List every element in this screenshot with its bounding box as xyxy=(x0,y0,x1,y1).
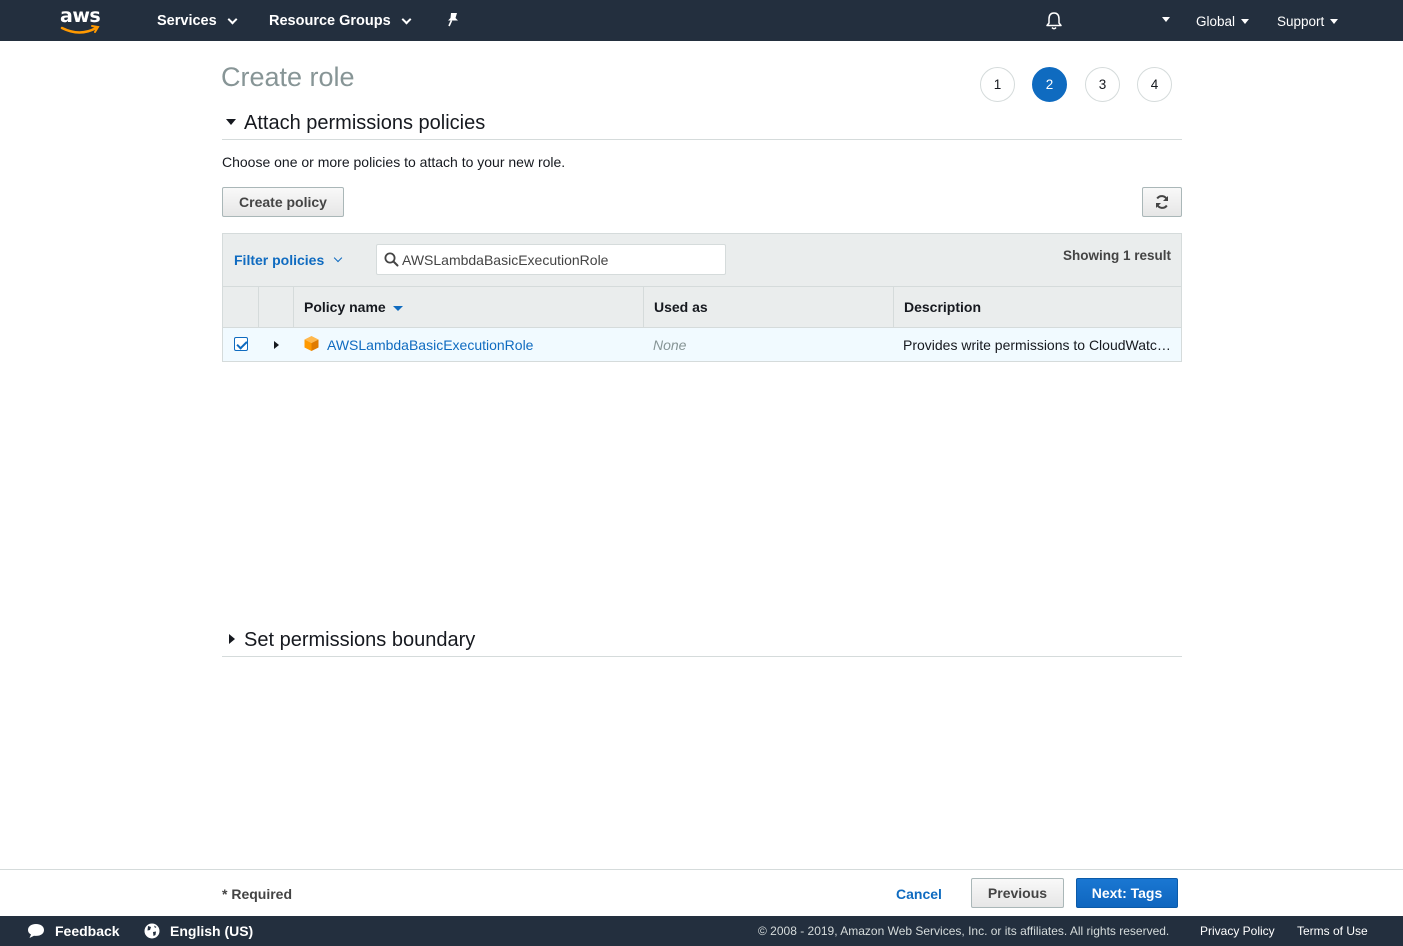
policy-search-box[interactable] xyxy=(376,244,726,275)
caret-down-icon xyxy=(1330,19,1339,24)
refresh-button[interactable] xyxy=(1142,187,1182,217)
step-3[interactable]: 3 xyxy=(1085,67,1120,102)
filter-policies-label: Filter policies xyxy=(234,252,325,268)
account-menu[interactable] xyxy=(1156,17,1170,22)
chevron-down-icon xyxy=(227,14,238,24)
collapse-triangle-icon xyxy=(226,119,236,126)
top-navigation-bar: aws Services Resource Groups Global Supp… xyxy=(0,0,1403,41)
cancel-link[interactable]: Cancel xyxy=(896,886,942,902)
expand-row-triangle-icon[interactable] xyxy=(274,341,279,349)
create-policy-button[interactable]: Create policy xyxy=(222,187,344,217)
copyright-text: © 2008 - 2019, Amazon Web Services, Inc.… xyxy=(758,924,1170,938)
caret-down-icon xyxy=(1241,19,1250,24)
notifications-bell-icon[interactable] xyxy=(1045,11,1063,31)
policy-description: Provides write permissions to CloudWatch… xyxy=(903,337,1173,353)
step-4[interactable]: 4 xyxy=(1137,67,1172,102)
language-selector[interactable]: English (US) xyxy=(144,923,253,939)
policy-name-link[interactable]: AWSLambdaBasicExecutionRole xyxy=(327,337,533,353)
speech-bubble-icon xyxy=(28,924,44,938)
chevron-down-icon xyxy=(334,253,343,263)
policy-name-column-header[interactable]: Policy name xyxy=(293,287,643,327)
policy-table-header: Policy name Used as Description xyxy=(222,286,1182,328)
resource-groups-menu-label: Resource Groups xyxy=(269,13,391,29)
feedback-button[interactable]: Feedback xyxy=(27,923,120,939)
aws-logo[interactable]: aws xyxy=(58,5,104,36)
description-column-header: Description xyxy=(893,287,1181,327)
chevron-down-icon xyxy=(401,14,412,24)
next-tags-button[interactable]: Next: Tags xyxy=(1076,878,1178,908)
feedback-label: Feedback xyxy=(55,923,120,939)
used-as-value: None xyxy=(653,337,687,353)
select-column-header xyxy=(223,287,258,327)
required-note: * Required xyxy=(222,886,293,902)
language-label: English (US) xyxy=(170,923,254,939)
aws-smile-icon xyxy=(60,25,100,34)
support-menu[interactable]: Support xyxy=(1277,14,1339,29)
console-bottom-bar: Feedback English (US) © 2008 - 2019, Ama… xyxy=(0,916,1403,946)
region-menu[interactable]: Global xyxy=(1196,14,1250,29)
globe-icon xyxy=(144,923,160,939)
sort-descending-icon xyxy=(392,305,403,311)
policy-search-input[interactable] xyxy=(402,250,712,270)
result-count: Showing 1 result xyxy=(1062,248,1171,263)
policy-filter-bar: Filter policies Showing 1 result xyxy=(222,233,1182,286)
page-title: Create role xyxy=(221,62,355,92)
policy-name-header-label: Policy name xyxy=(304,299,386,315)
expand-triangle-icon xyxy=(229,634,235,645)
support-menu-label: Support xyxy=(1277,14,1325,29)
expand-column-header xyxy=(258,287,293,327)
resource-groups-menu[interactable]: Resource Groups xyxy=(269,13,412,29)
pin-icon[interactable] xyxy=(446,12,460,28)
permissions-boundary-heading: Set permissions boundary xyxy=(244,629,476,651)
step-2-current[interactable]: 2 xyxy=(1032,67,1067,102)
filter-policies-dropdown[interactable]: Filter policies xyxy=(234,252,343,268)
previous-button[interactable]: Previous xyxy=(971,878,1064,908)
step-1[interactable]: 1 xyxy=(980,67,1015,102)
permissions-boundary-section-header[interactable]: Set permissions boundary xyxy=(222,629,1182,657)
terms-of-use-link[interactable]: Terms of Use xyxy=(1297,924,1368,938)
region-menu-label: Global xyxy=(1196,14,1236,29)
wizard-footer: * Required Cancel Previous Next: Tags xyxy=(0,869,1403,916)
row-checkbox-checked[interactable] xyxy=(234,337,248,351)
search-icon xyxy=(384,252,399,267)
caret-down-icon xyxy=(1162,17,1170,22)
services-menu-label: Services xyxy=(157,13,217,29)
section-description: Choose one or more policies to attach to… xyxy=(222,154,566,170)
services-menu[interactable]: Services xyxy=(157,13,238,29)
privacy-policy-link[interactable]: Privacy Policy xyxy=(1200,924,1275,938)
refresh-icon xyxy=(1156,195,1168,209)
attach-permissions-heading: Attach permissions policies xyxy=(244,112,486,134)
attach-permissions-section-header[interactable]: Attach permissions policies xyxy=(222,112,1182,140)
used-as-column-header: Used as xyxy=(643,287,893,327)
table-row[interactable]: AWSLambdaBasicExecutionRole None Provide… xyxy=(222,328,1182,362)
managed-policy-cube-icon xyxy=(304,336,319,351)
